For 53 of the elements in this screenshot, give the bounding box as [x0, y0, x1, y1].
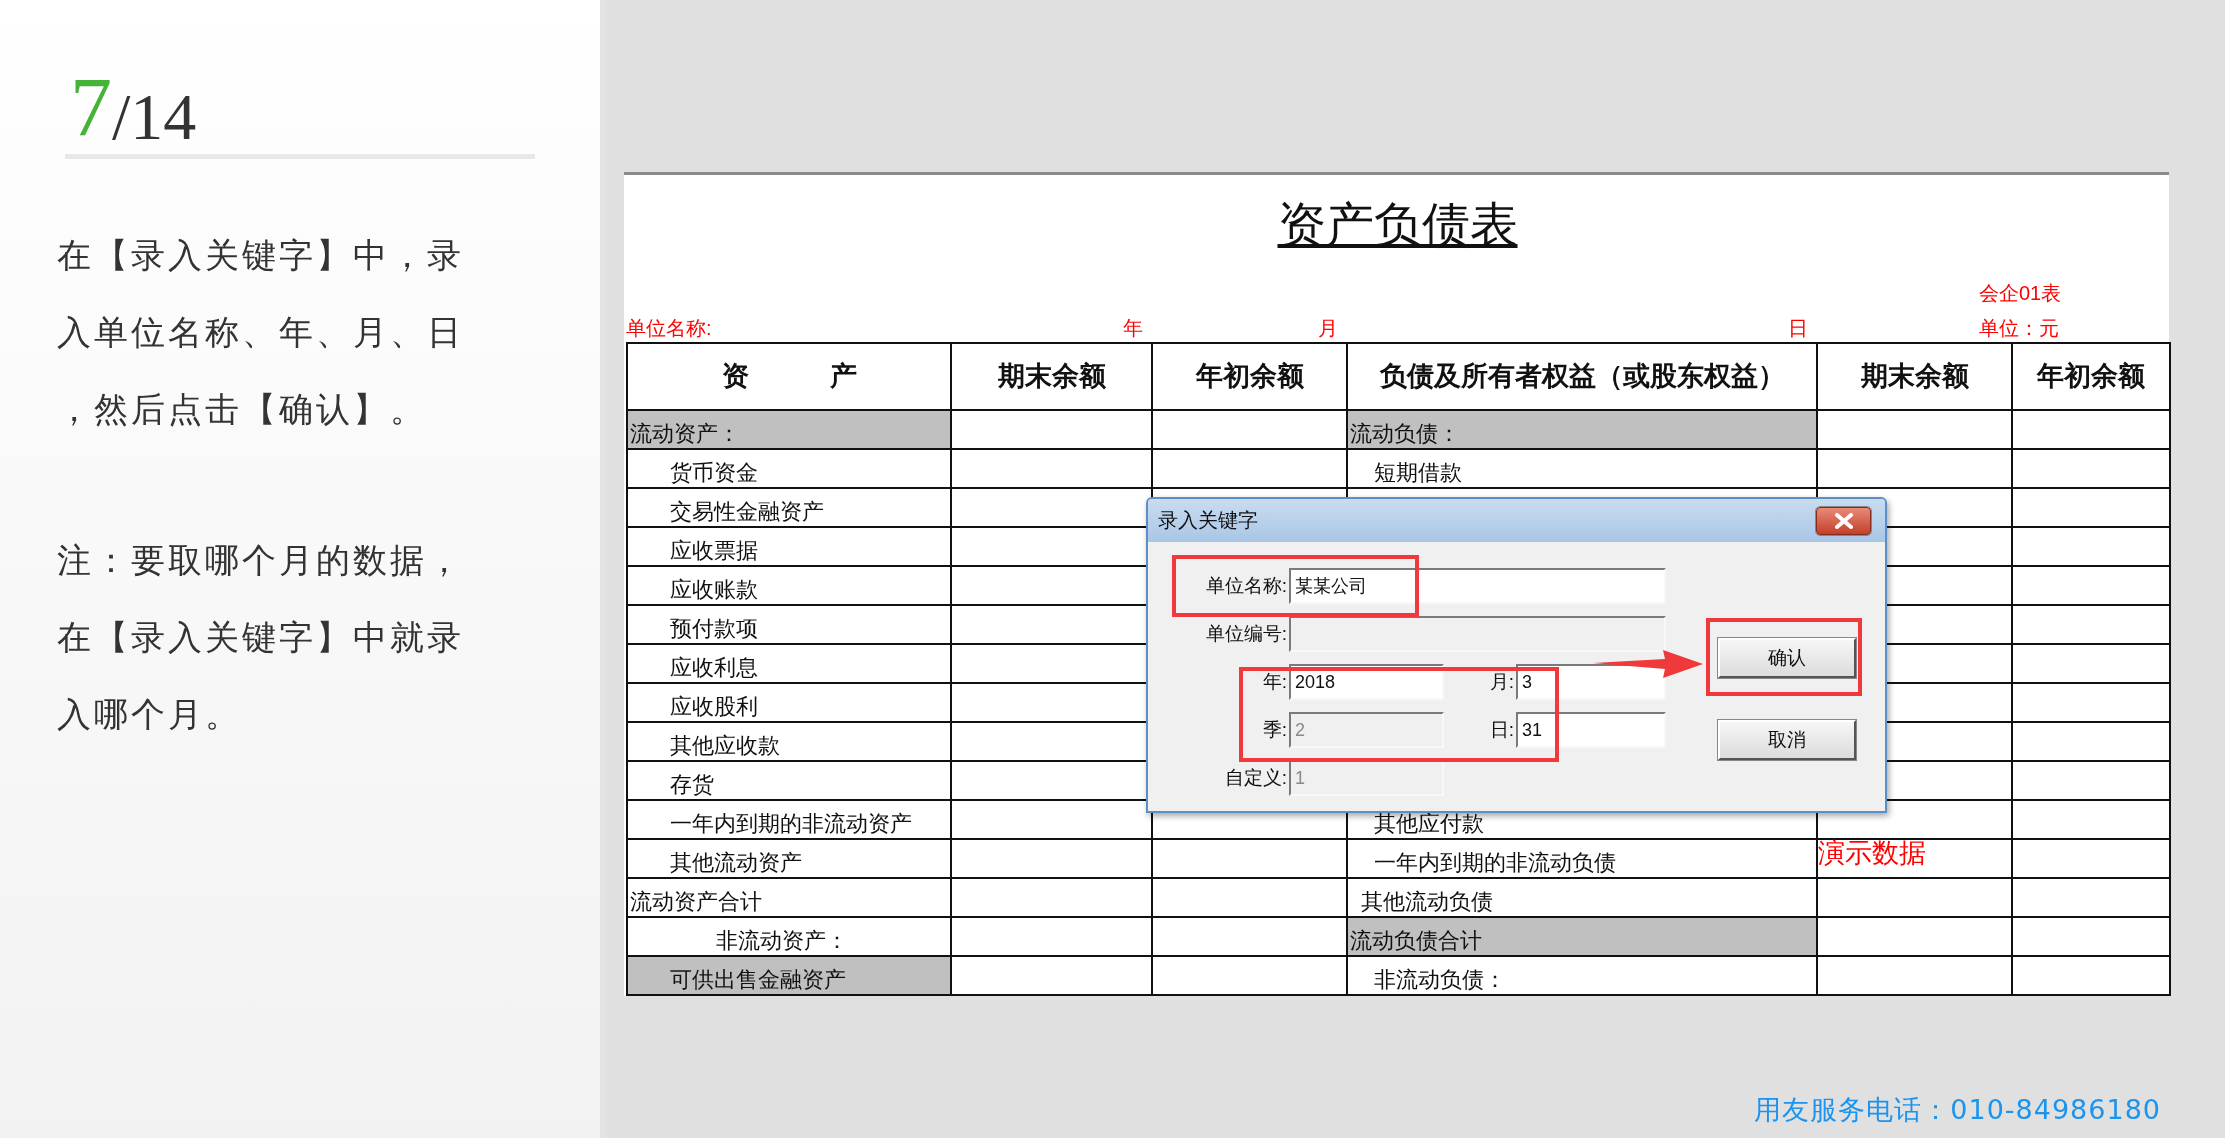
table-cell: 应收利息 [627, 644, 951, 683]
field-label: 自定义: [1223, 766, 1288, 790]
header-label: 单位名称: [626, 316, 713, 341]
table-cell: 应收账款 [627, 566, 951, 605]
table-cell: 一年内到期的非流动资产 [627, 800, 951, 839]
column-header: 年初余额 [2012, 343, 2170, 410]
table-cell: 流动负债合计 [1347, 917, 1817, 956]
close-icon [1833, 512, 1854, 529]
instruction-text: 在【录入关键字】中，录入单位名称、年、月、日，然后点击【确认】。 [57, 236, 465, 430]
sheet-title: 资产负债表 [1277, 197, 1518, 253]
field-label: 季: [1261, 718, 1288, 742]
close-button[interactable] [1816, 506, 1871, 535]
table-cell: 应收股利 [627, 683, 951, 722]
column-header: 期末余额 [951, 343, 1152, 410]
column-header: 负债及所有者权益（或股东权益） [1347, 343, 1817, 410]
table-cell: 可供出售金融资产 [627, 956, 951, 995]
field-label: 年: [1261, 670, 1288, 694]
form-code: 会企01表 [1979, 281, 2063, 306]
table-cell: 流动负债： [1347, 410, 1817, 449]
table-cell: 流动资产： [627, 410, 951, 449]
table-cell: 演示数据 [1817, 839, 2012, 878]
header-label: 月 [1317, 316, 1339, 341]
service-phone: 用友服务电话：010-84986180 [1754, 1093, 2162, 1127]
input-field[interactable]: 某某公司 [1289, 568, 1666, 604]
table-cell: 一年内到期的非流动负债 [1347, 839, 1817, 878]
instruction-text: 注：要取哪个月的数据，在【录入关键字】中就录入哪个月。 [57, 541, 465, 735]
page-total: /14 [112, 84, 197, 150]
header-label: 单位：元 [1979, 316, 2060, 341]
table-cell: 存货 [627, 761, 951, 800]
dialog-title: 录入关键字 [1158, 508, 1258, 533]
table-cell: 预付款项 [627, 605, 951, 644]
field-label: 单位编号: [1204, 622, 1288, 646]
table-cell: 非流动负债： [1347, 956, 1817, 995]
table-cell: 货币资金 [627, 449, 951, 488]
header-label: 日 [1787, 316, 1809, 341]
table-cell: 短期借款 [1347, 449, 1817, 488]
table-cell: 应收票据 [627, 527, 951, 566]
table-cell: 其他应收款 [627, 722, 951, 761]
field-label: 单位名称: [1204, 574, 1288, 598]
column-header: 期末余额 [1817, 343, 2012, 410]
cancel-button[interactable]: 取消 [1718, 720, 1856, 760]
input-field[interactable]: 31 [1516, 712, 1666, 748]
input-field[interactable]: 3 [1516, 664, 1666, 700]
field-label: 月: [1488, 670, 1515, 694]
table-cell: 流动资产合计 [627, 878, 951, 917]
table-cell: 交易性金融资产 [627, 488, 951, 527]
confirm-button[interactable]: 确认 [1718, 638, 1856, 678]
current-page-number: 7 [70, 66, 112, 150]
field-label: 日: [1488, 718, 1515, 742]
table-cell: 其他流动资产 [627, 839, 951, 878]
column-header: 资 产 [627, 343, 951, 410]
column-header: 年初余额 [1152, 343, 1347, 410]
header-label: 年 [1122, 316, 1144, 341]
